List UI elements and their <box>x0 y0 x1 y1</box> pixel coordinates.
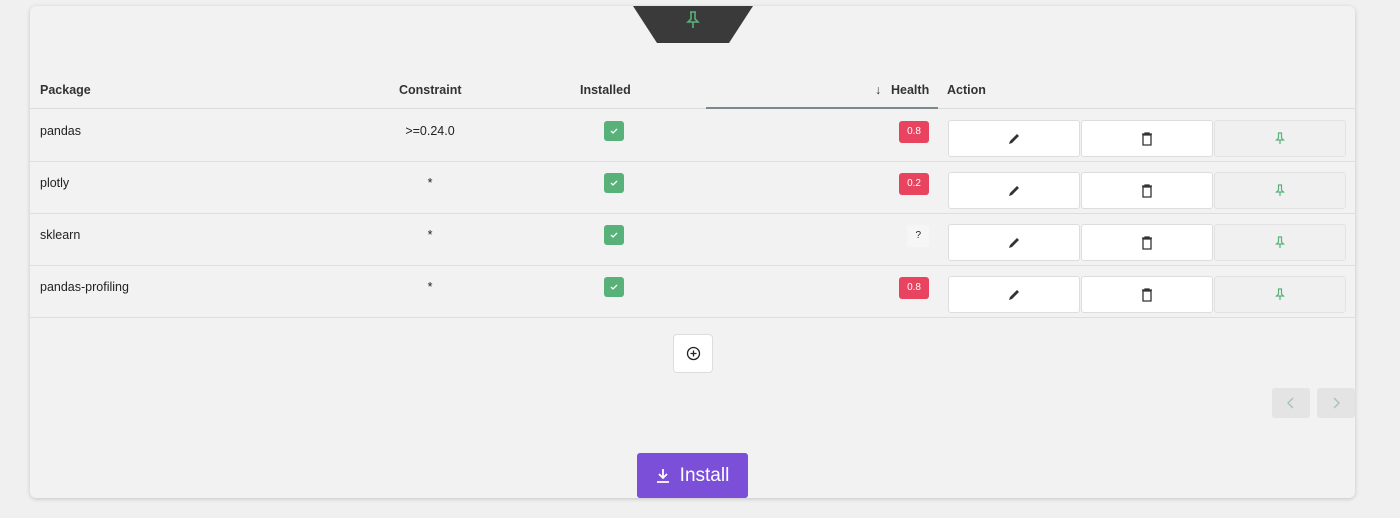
check-icon <box>610 180 618 186</box>
trash-icon <box>1142 131 1152 146</box>
sort-indicator <box>706 107 938 109</box>
table-row: pandas >=0.24.0 0.8 <box>30 110 1355 162</box>
pin-icon <box>1275 236 1285 248</box>
edit-button[interactable] <box>948 224 1080 261</box>
header-health[interactable]: Health <box>891 83 929 97</box>
installed-badge <box>604 173 624 193</box>
delete-button[interactable] <box>1081 120 1213 157</box>
pin-icon <box>1275 184 1285 196</box>
check-icon <box>610 232 618 238</box>
pencil-icon <box>1009 237 1019 248</box>
header-divider <box>30 108 1355 109</box>
pin-icon <box>1275 288 1285 300</box>
table-row: sklearn * ? <box>30 214 1355 266</box>
plus-circle-icon <box>686 346 700 361</box>
delete-button[interactable] <box>1081 172 1213 209</box>
constraint-value: * <box>427 228 433 242</box>
package-name: pandas-profiling <box>40 280 129 294</box>
edit-button[interactable] <box>948 276 1080 313</box>
pin-icon <box>1275 132 1285 144</box>
edit-button[interactable] <box>948 120 1080 157</box>
pin-button[interactable] <box>1214 224 1346 261</box>
sort-desc-icon[interactable]: ↓ <box>875 83 881 97</box>
header-package[interactable]: Package <box>40 83 91 97</box>
install-label: Install <box>679 464 730 486</box>
add-package-button[interactable] <box>673 334 713 373</box>
trash-icon <box>1142 287 1152 302</box>
constraint-value: * <box>427 280 433 294</box>
header-constraint[interactable]: Constraint <box>399 83 462 97</box>
pin-button[interactable] <box>1214 172 1346 209</box>
pencil-icon <box>1009 185 1019 196</box>
health-badge: 0.8 <box>899 277 929 299</box>
installed-badge <box>604 225 624 245</box>
header-installed[interactable]: Installed <box>580 83 631 97</box>
package-name: plotly <box>40 176 70 190</box>
package-name: pandas <box>40 124 82 138</box>
installed-badge <box>604 121 624 141</box>
package-name: sklearn <box>40 228 81 242</box>
constraint-value: * <box>427 176 433 190</box>
check-icon <box>610 284 618 290</box>
pencil-icon <box>1009 289 1019 300</box>
edit-button[interactable] <box>948 172 1080 209</box>
pin-icon <box>686 11 700 28</box>
prev-page-button[interactable] <box>1272 388 1310 418</box>
health-badge: ? <box>907 225 929 247</box>
chevron-left-icon <box>1286 397 1294 409</box>
chevron-right-icon <box>1333 397 1341 409</box>
header-action: Action <box>947 83 986 97</box>
table-row: plotly * 0.2 <box>30 162 1355 214</box>
constraint-value: >=0.24.0 <box>405 124 455 138</box>
table-header: Package Constraint Installed ↓ Health Ac… <box>30 72 1355 108</box>
pencil-icon <box>1009 133 1019 144</box>
table-row: pandas-profiling * 0.8 <box>30 266 1355 318</box>
health-badge: 0.8 <box>899 121 929 143</box>
installed-badge <box>604 277 624 297</box>
health-badge: 0.2 <box>899 173 929 195</box>
delete-button[interactable] <box>1081 276 1213 313</box>
delete-button[interactable] <box>1081 224 1213 261</box>
trash-icon <box>1142 183 1152 198</box>
next-page-button[interactable] <box>1317 388 1355 418</box>
pin-button[interactable] <box>1214 120 1346 157</box>
download-icon <box>656 468 669 483</box>
check-icon <box>610 128 618 134</box>
pin-button[interactable] <box>1214 276 1346 313</box>
trash-icon <box>1142 235 1152 250</box>
install-button[interactable]: Install <box>637 453 748 498</box>
